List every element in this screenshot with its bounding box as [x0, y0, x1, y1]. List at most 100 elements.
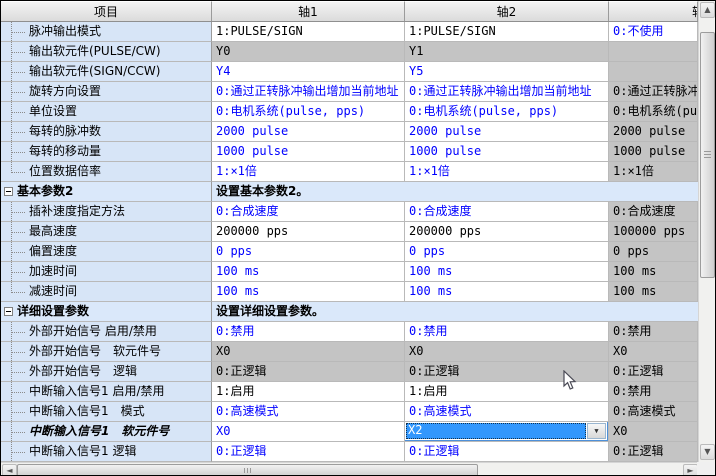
value-cell-axis3[interactable]: 0:不使用 [609, 22, 698, 42]
column-header-axis1[interactable]: 轴1 [212, 1, 405, 21]
horizontal-scrollbar[interactable]: ◄ ► [1, 462, 699, 476]
value-cell-axis1[interactable]: 0:正逻辑 [212, 362, 405, 382]
value-cell-axis1[interactable]: 100 ms [212, 282, 405, 302]
value-cell-axis3[interactable]: 100 ms [609, 282, 698, 302]
value-cell-axis1[interactable]: 2000 pulse [212, 122, 405, 142]
combobox-dropdown-button[interactable]: ▼ [587, 423, 606, 439]
scroll-left-button[interactable]: ◄ [2, 464, 17, 476]
column-header-axis2[interactable]: 轴2 [405, 1, 609, 21]
scroll-up-button[interactable]: ▲ [700, 2, 715, 18]
item-cell[interactable]: 中断输入信号1 软元件号 [1, 422, 212, 442]
item-cell[interactable]: 脉冲输出模式 [1, 22, 212, 42]
item-cell[interactable]: 输出软元件(SIGN/CCW) [1, 62, 212, 82]
item-cell[interactable]: 外部开始信号 软元件号 [1, 342, 212, 362]
value-cell-axis3[interactable]: 100 ms [609, 262, 698, 282]
value-cell-axis2[interactable]: 2000 pulse [405, 122, 609, 142]
value-cell-axis1[interactable]: 0:禁用 [212, 322, 405, 342]
item-cell[interactable]: 中断输入信号1 逻辑 [1, 442, 212, 462]
value-cell-axis2[interactable]: 0:高速模式 [405, 402, 609, 422]
value-cell-axis3[interactable]: 0:合成速度 [609, 202, 698, 222]
value-cell-axis3[interactable] [609, 42, 698, 62]
item-cell[interactable]: 最高速度 [1, 222, 212, 242]
value-cell-axis1[interactable]: 0:正逻辑 [212, 442, 405, 462]
value-cell-axis3[interactable]: 1000 pulse [609, 142, 698, 162]
value-cell-axis1[interactable]: 0:通过正转脉冲输出增加当前地址 [212, 82, 405, 102]
value-cell-axis2[interactable]: 0:合成速度 [405, 202, 609, 222]
item-cell[interactable]: 输出软元件(PULSE/CW) [1, 42, 212, 62]
value-cell-axis2[interactable]: X2▼ [405, 422, 609, 442]
collapse-icon[interactable] [4, 187, 13, 196]
item-cell[interactable]: 基本参数2 [1, 182, 212, 202]
item-cell[interactable]: 旋转方向设置 [1, 82, 212, 102]
value-cell-axis1[interactable]: 0:合成速度 [212, 202, 405, 222]
value-cell-axis1[interactable]: 200000 pps [212, 222, 405, 242]
item-cell[interactable]: 单位设置 [1, 102, 212, 122]
value-cell-axis2[interactable]: 100 ms [405, 282, 609, 302]
value-cell-axis3[interactable]: 0:禁用 [609, 382, 698, 402]
value-cell-axis1[interactable]: 1:启用 [212, 382, 405, 402]
value-cell-axis1[interactable]: 0:电机系统(pulse, pps) [212, 102, 405, 122]
item-cell[interactable]: 外部开始信号 逻辑 [1, 362, 212, 382]
value-cell-axis2[interactable]: 1:×1倍 [405, 162, 609, 182]
device-number-combobox[interactable]: X2▼ [405, 422, 608, 441]
value-cell-axis1[interactable]: Y4 [212, 62, 405, 82]
value-cell-axis2[interactable]: 100 ms [405, 262, 609, 282]
value-cell-axis1[interactable]: 1:×1倍 [212, 162, 405, 182]
value-cell-axis3[interactable] [609, 62, 698, 82]
value-cell-axis1[interactable]: 1:PULSE/SIGN [212, 22, 405, 42]
value-cell-axis2[interactable]: 0:电机系统(pulse, pps) [405, 102, 609, 122]
value-cell-axis3[interactable]: 0:正逻辑 [609, 362, 698, 382]
value-cell-axis2[interactable]: 0 pps [405, 242, 609, 262]
value-cell-axis3[interactable]: 0:电机系统(pulse, pps) [609, 102, 698, 122]
combobox-selected-text[interactable]: X2 [406, 423, 586, 439]
value-cell-axis2[interactable]: 0:正逻辑 [405, 362, 609, 382]
value-cell-axis2[interactable]: 200000 pps [405, 222, 609, 242]
horizontal-scrollbar-thumb[interactable] [17, 464, 478, 476]
value-cell-axis1[interactable]: 0:高速模式 [212, 402, 405, 422]
value-cell-axis2[interactable]: 0:禁用 [405, 322, 609, 342]
vertical-scrollbar-thumb[interactable] [700, 32, 715, 278]
value-cell-axis1[interactable]: X0 [212, 342, 405, 362]
vertical-scrollbar[interactable]: ▲ ▼ [698, 1, 715, 462]
value-cell-axis2[interactable]: Y1 [405, 42, 609, 62]
item-cell[interactable]: 外部开始信号 启用/禁用 [1, 322, 212, 342]
parameter-row: 中断输入信号1 逻辑0:正逻辑0:正逻辑0:正逻辑 [1, 442, 698, 462]
value-cell-axis2[interactable]: 1:启用 [405, 382, 609, 402]
value-cell-axis1[interactable]: 0 pps [212, 242, 405, 262]
item-cell[interactable]: 减速时间 [1, 282, 212, 302]
value-cell-axis3[interactable]: 1:×1倍 [609, 162, 698, 182]
item-cell[interactable]: 中断输入信号1 模式 [1, 402, 212, 422]
column-header-item[interactable]: 项目 [1, 1, 212, 21]
collapse-icon[interactable] [4, 307, 13, 316]
item-cell[interactable]: 中断输入信号1 启用/禁用 [1, 382, 212, 402]
value-cell-axis2[interactable]: X0 [405, 342, 609, 362]
value-cell-axis2[interactable]: 1:PULSE/SIGN [405, 22, 609, 42]
value-cell-axis2[interactable]: 0:正逻辑 [405, 442, 609, 462]
scroll-down-button[interactable]: ▼ [700, 444, 715, 460]
item-cell[interactable]: 插补速度指定方法 [1, 202, 212, 222]
value-cell-axis1[interactable]: 1000 pulse [212, 142, 405, 162]
value-cell-axis3[interactable]: 0:通过正转脉冲输出增加当前地址 [609, 82, 698, 102]
item-cell[interactable]: 每转的移动量 [1, 142, 212, 162]
item-cell[interactable]: 位置数据倍率 [1, 162, 212, 182]
item-cell[interactable]: 加速时间 [1, 262, 212, 282]
item-cell[interactable]: 详细设置参数 [1, 302, 212, 322]
value-cell-axis3[interactable]: 0 pps [609, 242, 698, 262]
value-cell-axis3[interactable]: X0 [609, 422, 698, 442]
value-cell-axis2[interactable]: 1000 pulse [405, 142, 609, 162]
value-cell-axis3[interactable]: X0 [609, 342, 698, 362]
value-cell-axis1[interactable]: Y0 [212, 42, 405, 62]
value-cell-axis1[interactable]: 100 ms [212, 262, 405, 282]
item-cell[interactable]: 偏置速度 [1, 242, 212, 262]
value-cell-axis3[interactable]: 100000 pps [609, 222, 698, 242]
value-cell-axis1[interactable]: X0 [212, 422, 405, 442]
value-cell-axis3[interactable]: 2000 pulse [609, 122, 698, 142]
value-cell-axis3[interactable]: 0:高速模式 [609, 402, 698, 422]
scroll-right-button[interactable]: ► [683, 464, 698, 476]
value-cell-axis3[interactable]: 0:禁用 [609, 322, 698, 342]
item-cell[interactable]: 每转的脉冲数 [1, 122, 212, 142]
value-cell-axis2[interactable]: Y5 [405, 62, 609, 82]
column-header-axis3[interactable]: 轴3 [609, 1, 698, 21]
value-cell-axis3[interactable]: 0:正逻辑 [609, 442, 698, 462]
value-cell-axis2[interactable]: 0:通过正转脉冲输出增加当前地址 [405, 82, 609, 102]
